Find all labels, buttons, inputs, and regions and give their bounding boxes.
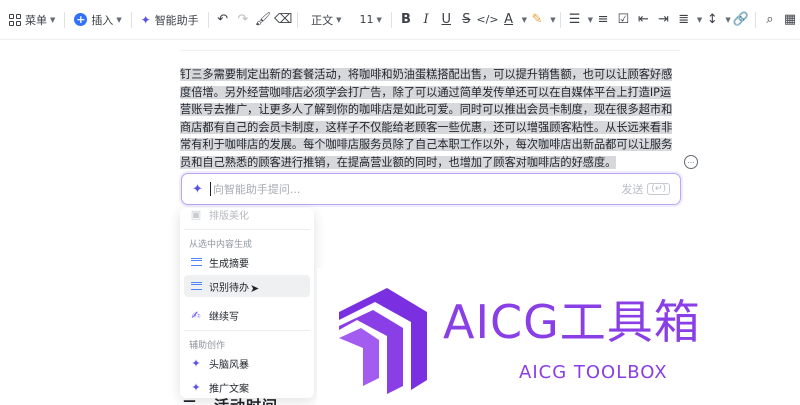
aicg-watermark: AICG工具箱 AICG TOOLBOX (317, 268, 800, 405)
ai-assistant-label: 智能助手 (154, 13, 199, 27)
menu-item-identify-todo[interactable]: 识别待办 (184, 275, 310, 297)
toolbar-divider (297, 11, 299, 28)
send-label: 发送 (621, 183, 644, 196)
font-size-value: 11 (359, 13, 374, 26)
menu-item-label: 推广文案 (209, 383, 249, 395)
brand-title: AICG工具箱 (443, 295, 701, 349)
section-heading: 二、活动时间 (182, 395, 278, 405)
outdent-icon[interactable]: ⇤ (633, 9, 653, 31)
menu-item-label: 头脑风暴 (209, 359, 249, 371)
font-size-select[interactable]: 11 ▼ (355, 6, 387, 34)
menu-item-label: 排版美化 (209, 210, 249, 222)
menu-label: 菜单 (25, 13, 47, 27)
ai-prompt-input[interactable] (212, 182, 622, 196)
menu-button[interactable]: 菜单 ▼ (4, 6, 60, 34)
pen-lines-icon: ✍ (191, 308, 201, 322)
menu-item-brainstorm[interactable]: ✦ 头脑风暴 (184, 352, 310, 374)
menu-divider (184, 229, 310, 230)
chevron-down-icon: ▼ (336, 15, 342, 24)
menu-group-label: 从选中内容生成 (189, 240, 253, 250)
comment-icon[interactable]: … (684, 155, 698, 169)
undo-icon[interactable]: ↶ (213, 9, 233, 31)
magic-wand-icon: ✦ (191, 356, 201, 370)
insert-button[interactable]: + 插入 ▼ (69, 6, 126, 34)
bold-icon[interactable]: B (396, 9, 416, 31)
menu-divider (184, 330, 310, 331)
enter-key-icon: (↵) (647, 183, 670, 195)
toolbar-divider (130, 11, 132, 28)
redo-icon[interactable]: ↷ (233, 9, 253, 31)
toolbar-divider (559, 11, 561, 28)
text-style-select[interactable]: 正文 ▼ (306, 6, 346, 34)
toolbar-divider (390, 11, 392, 28)
mouse-pointer-icon: ➤ (250, 282, 260, 295)
editor-toolbar: 菜单 ▼ + 插入 ▼ ✦ 智能助手 ↶ ↷ 🖌 ⌫ 正文 ▼ 11 ▼ B I… (0, 0, 800, 40)
insert-label: 插入 (91, 13, 114, 27)
checkbox-icon[interactable]: ☑ (613, 9, 633, 31)
search-replace-icon[interactable]: ⌕ (760, 9, 780, 31)
menu-item-label: 继续写 (209, 311, 239, 323)
menu-item-format-beautify[interactable]: ▣ 排版美化 (184, 208, 310, 225)
brand-subtitle: AICG TOOLBOX (519, 362, 668, 383)
menu-group-label: 辅助创作 (189, 341, 226, 351)
indent-icon[interactable]: ⇥ (654, 9, 674, 31)
toolbar-divider (207, 11, 209, 28)
document-divider (180, 50, 680, 51)
numbered-list-icon[interactable]: ≡ (593, 9, 613, 31)
todo-list-icon (189, 280, 203, 293)
chevron-down-icon[interactable]: ▼ (550, 16, 555, 24)
magic-wand-icon: ✦ (191, 380, 201, 394)
toolbar-divider (754, 11, 756, 28)
toolbar-divider (64, 11, 66, 28)
plus-icon: + (74, 13, 88, 26)
text-style-value: 正文 (311, 13, 334, 27)
ai-action-menu: ▣ 排版美化 从选中内容生成 生成摘要 识别待办 ✍ 继续写 辅助创作 ✦ 头脑… (180, 208, 314, 398)
link-icon[interactable]: 🔗 (731, 9, 751, 31)
magic-wand-icon: ✦ (140, 12, 151, 27)
code-icon[interactable]: </> (476, 9, 498, 31)
magic-wand-icon: ✦ (192, 181, 203, 197)
text-cursor (209, 182, 211, 196)
menu-item-label: 识别待办 (209, 282, 249, 294)
clear-format-icon[interactable]: ⌫ (273, 9, 293, 31)
ai-prompt-box: ✦ 发送 (↵) (181, 173, 681, 205)
chevron-down-icon: ▼ (376, 15, 382, 24)
ai-assistant-button[interactable]: ✦ 智能助手 (136, 6, 204, 34)
layout-icon: ▣ (190, 208, 202, 221)
menu-item-summary[interactable]: 生成摘要 (184, 251, 310, 273)
bullet-list-icon[interactable]: ☰ (565, 9, 585, 31)
chevron-down-icon: ▼ (50, 15, 56, 24)
summary-icon (189, 256, 203, 269)
font-color-icon[interactable]: A (498, 9, 518, 31)
line-height-icon[interactable]: ↕ (702, 9, 722, 31)
align-icon[interactable]: ≣ (674, 9, 694, 31)
menu-item-label: 生成摘要 (209, 258, 249, 270)
underline-icon[interactable]: U (436, 9, 456, 31)
grid-icon (9, 13, 21, 26)
highlight-icon[interactable]: ✎ (527, 9, 547, 31)
italic-icon[interactable]: I (416, 9, 436, 31)
send-button[interactable]: 发送 (↵) (621, 181, 670, 197)
format-painter-icon[interactable]: 🖌 (253, 9, 273, 31)
chevron-down-icon: ▼ (116, 15, 122, 24)
menu-item-continue-writing[interactable]: ✍ 继续写 (184, 304, 310, 326)
selected-paragraph[interactable]: 钉三多需要制定出新的套餐活动，将咖啡和奶油蛋糕搭配出售，可以提升销售额，也可以让… (180, 66, 680, 172)
aicg-logo-icon (339, 288, 427, 394)
strikethrough-icon[interactable]: S (456, 9, 476, 31)
chart-icon[interactable]: ▦ (780, 9, 800, 31)
paragraph-text: 钉三多需要制定出新的套餐活动，将咖啡和奶油蛋糕搭配出售，可以提升销售额，也可以让… (180, 68, 673, 169)
